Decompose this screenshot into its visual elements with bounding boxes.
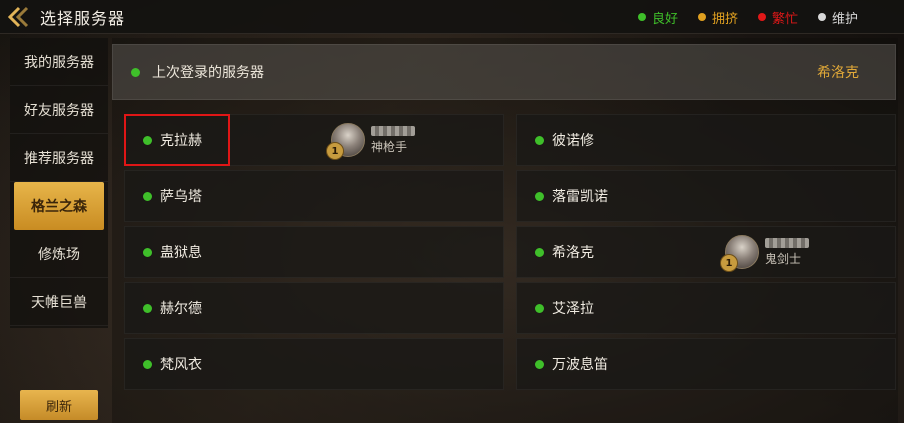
legend-maintenance: 维护 xyxy=(817,8,858,27)
status-good-dot-icon xyxy=(535,135,544,145)
last-login-server-name: 希洛克 xyxy=(817,65,859,81)
server-name: 萨乌塔 xyxy=(160,189,202,205)
sidebar-item-sky-behemoth[interactable]: 天帷巨兽 xyxy=(10,278,108,326)
server-name: 彼诺修 xyxy=(552,133,594,149)
character-level-badge: 1 xyxy=(720,254,738,272)
legend-maintenance-label: 维护 xyxy=(831,11,858,27)
status-crowded-dot-icon xyxy=(697,13,706,21)
server-entry[interactable]: 万波息笛 xyxy=(516,338,896,390)
server-name: 蛊狱息 xyxy=(160,245,202,261)
server-name: 梵风衣 xyxy=(160,357,202,373)
status-good-dot-icon xyxy=(131,67,140,77)
back-arrow-icon xyxy=(7,6,29,27)
status-good-dot-icon xyxy=(143,247,152,257)
status-good-dot-icon xyxy=(143,303,152,313)
server-entry[interactable]: 赫尔德 xyxy=(124,282,504,334)
blurred-name-icon xyxy=(765,237,809,248)
legend-crowded: 拥挤 xyxy=(697,8,738,27)
status-good-dot-icon xyxy=(143,135,152,145)
character-class: 鬼剑士 xyxy=(765,251,802,266)
sidebar-item-my-servers[interactable]: 我的服务器 xyxy=(10,38,108,86)
top-bar: 选择服务器 良好 拥挤 繁忙 维护 xyxy=(0,0,904,34)
status-legend: 良好 拥挤 繁忙 维护 xyxy=(637,0,858,34)
server-name: 落雷凯诺 xyxy=(552,189,608,205)
character-info: 1 鬼剑士 xyxy=(720,235,809,272)
server-entry[interactable]: 克拉赫 1 神枪手 xyxy=(124,114,504,166)
legend-good: 良好 xyxy=(637,8,678,27)
legend-busy: 繁忙 xyxy=(757,8,798,27)
status-good-dot-icon xyxy=(637,13,646,21)
blurred-name-icon xyxy=(371,125,415,136)
status-good-dot-icon xyxy=(143,359,152,369)
status-good-dot-icon xyxy=(535,247,544,257)
server-name: 希洛克 xyxy=(552,245,594,261)
character-level-badge: 1 xyxy=(326,142,344,160)
sidebar-item-gran-forest[interactable]: 格兰之森 xyxy=(14,182,104,230)
sidebar-item-friend-servers[interactable]: 好友服务器 xyxy=(10,86,108,134)
status-good-dot-icon xyxy=(535,359,544,369)
server-name: 克拉赫 xyxy=(160,133,202,149)
legend-good-label: 良好 xyxy=(651,11,678,27)
status-good-dot-icon xyxy=(143,191,152,201)
server-entry[interactable]: 蛊狱息 xyxy=(124,226,504,278)
character-class: 神枪手 xyxy=(371,139,408,154)
server-entry[interactable]: 萨乌塔 xyxy=(124,170,504,222)
character-avatar: 1 xyxy=(326,123,365,160)
server-list-panel: 上次登录的服务器 希洛克 克拉赫 1 神枪手 彼诺修 萨乌塔 落雷凯诺 蛊狱息 xyxy=(112,38,898,423)
sidebar-item-training-ground[interactable]: 修炼场 xyxy=(10,230,108,278)
server-name: 赫尔德 xyxy=(160,301,202,317)
status-good-dot-icon xyxy=(535,303,544,313)
server-entry[interactable]: 落雷凯诺 xyxy=(516,170,896,222)
server-name: 万波息笛 xyxy=(552,357,608,373)
last-login-server-row[interactable]: 上次登录的服务器 希洛克 xyxy=(112,44,896,100)
legend-crowded-label: 拥挤 xyxy=(711,11,738,27)
page-title: 选择服务器 xyxy=(40,8,126,28)
character-info: 1 神枪手 xyxy=(326,123,415,160)
legend-busy-label: 繁忙 xyxy=(771,11,798,27)
sidebar-item-recommended-servers[interactable]: 推荐服务器 xyxy=(10,134,108,182)
status-busy-dot-icon xyxy=(757,13,766,21)
server-entry[interactable]: 希洛克 1 鬼剑士 xyxy=(516,226,896,278)
server-name: 艾泽拉 xyxy=(552,301,594,317)
status-maintenance-dot-icon xyxy=(817,13,826,21)
server-entry[interactable]: 彼诺修 xyxy=(516,114,896,166)
server-entry[interactable]: 艾泽拉 xyxy=(516,282,896,334)
last-login-label: 上次登录的服务器 xyxy=(152,65,264,81)
character-avatar: 1 xyxy=(720,235,759,272)
refresh-button[interactable]: 刷新 xyxy=(20,390,98,420)
status-good-dot-icon xyxy=(535,191,544,201)
back-button[interactable] xyxy=(0,0,40,34)
server-group-sidebar: 我的服务器 好友服务器 推荐服务器 格兰之森 修炼场 天帷巨兽 xyxy=(10,38,108,328)
server-entry[interactable]: 梵风衣 xyxy=(124,338,504,390)
